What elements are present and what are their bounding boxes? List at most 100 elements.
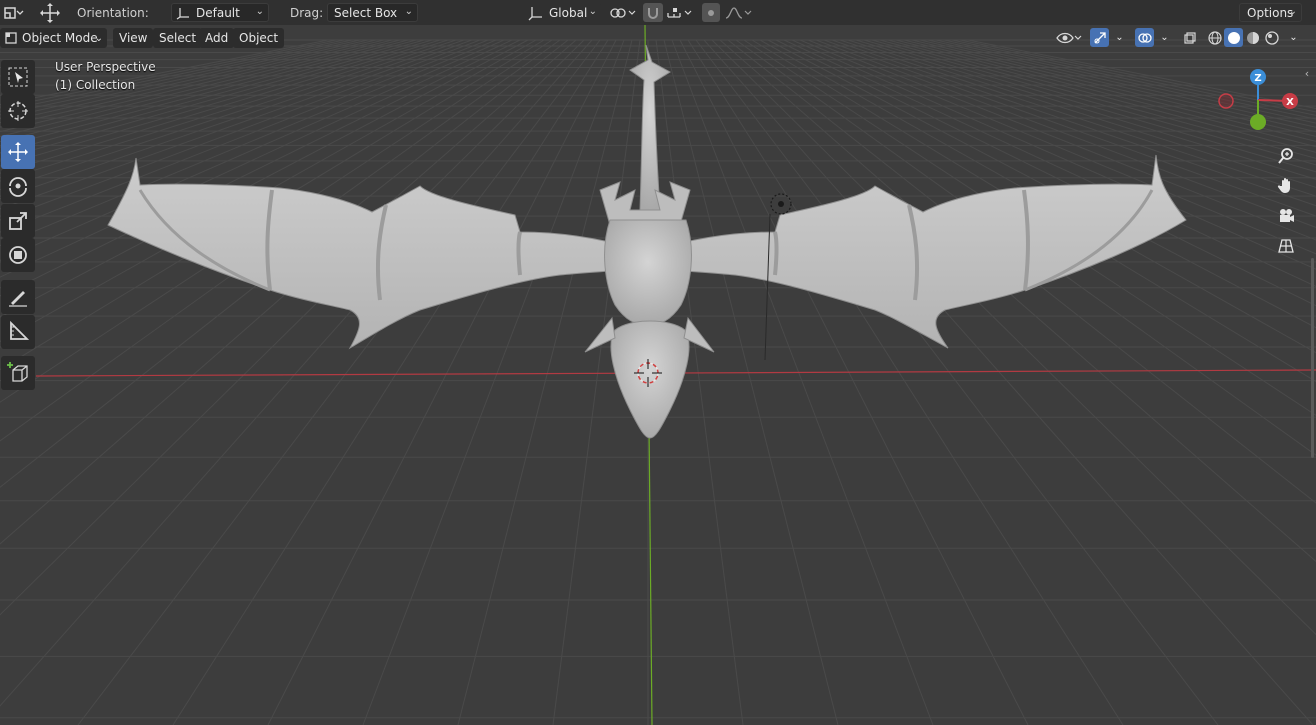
grid-perspective-icon (1277, 237, 1295, 255)
gizmo-toggle[interactable] (1090, 28, 1109, 47)
menu-object-label: Object (239, 31, 279, 45)
x-axis-label: X (1286, 97, 1294, 108)
move-transform-icon[interactable] (38, 2, 62, 24)
menu-add[interactable]: Add (199, 28, 235, 48)
chevron-down-icon: ⌄ (1115, 32, 1124, 43)
viewport-header: Object Mode ⌄ View Select Add Object ⌄ ⌄ (0, 25, 1316, 50)
move-arrows-icon (38, 2, 62, 24)
move-tool[interactable] (1, 135, 35, 169)
snap-toggle[interactable] (643, 3, 663, 22)
pivot-link-icon (608, 5, 638, 21)
3d-viewport[interactable] (0, 0, 1316, 725)
menu-add-label: Add (205, 31, 229, 45)
transform-tool[interactable] (1, 238, 35, 272)
zoom-button[interactable] (1273, 143, 1299, 169)
transform-orientation-value: Global (549, 5, 588, 20)
mode-dropdown[interactable]: Object Mode ⌄ (0, 28, 107, 48)
mode-value: Object Mode (22, 31, 98, 45)
annotate-tool[interactable] (1, 280, 35, 314)
drag-value: Select Box (334, 5, 398, 20)
chevron-down-icon: ⌄ (1160, 32, 1169, 43)
tool-settings-header: Orientation: Default ⌄ Drag: Select Box … (0, 0, 1316, 25)
select-box-tool[interactable] (1, 60, 35, 94)
gizmo-icon (1093, 31, 1107, 45)
transform-orientation-dropdown[interactable]: Global ⌄ (522, 3, 602, 22)
orientation-axis-icon (176, 6, 192, 20)
pivot-point-dropdown[interactable] (608, 3, 638, 22)
proportional-editing-toggle[interactable] (702, 3, 720, 22)
hand-icon (1277, 177, 1295, 195)
menu-select[interactable]: Select (153, 28, 203, 48)
measure-tool-icon (7, 321, 29, 343)
add-cube-tool[interactable] (1, 356, 35, 390)
xray-toggle[interactable] (1180, 28, 1199, 47)
menu-view[interactable]: View (113, 28, 154, 48)
scale-tool[interactable] (1, 204, 35, 238)
editor-type-menu[interactable] (2, 3, 24, 22)
rotate-tool[interactable] (1, 169, 35, 203)
options-dropdown[interactable]: Options ⌄ (1239, 3, 1302, 22)
active-collection-label: (1) Collection (55, 78, 136, 92)
chevron-down-icon: ⌄ (255, 6, 264, 17)
viewport-scrollbar[interactable] (1311, 258, 1314, 458)
shading-dropdown[interactable]: ⌄ (1284, 28, 1303, 47)
options-label: Options (1247, 5, 1294, 20)
menu-object[interactable]: Object (233, 28, 285, 48)
material-sphere-icon (1246, 31, 1260, 45)
rotate-tool-icon (7, 175, 29, 197)
add-cube-tool-icon (6, 361, 30, 385)
xray-icon (1183, 31, 1197, 45)
falloff-curve-icon (724, 5, 754, 21)
drag-dropdown[interactable]: Select Box ⌄ (327, 3, 418, 22)
shading-wireframe-button[interactable] (1205, 28, 1224, 47)
visibility-dropdown[interactable] (1055, 28, 1083, 47)
editor-type-icon (2, 5, 24, 21)
overlays-toggle[interactable] (1135, 28, 1154, 47)
camera-view-button[interactable] (1273, 203, 1299, 229)
orientation-label: Orientation: (77, 5, 149, 20)
orientation-dropdown[interactable]: Default ⌄ (171, 3, 269, 22)
magnet-icon (643, 3, 663, 22)
gizmo-dropdown[interactable]: ⌄ (1110, 28, 1129, 47)
snap-target-dropdown[interactable] (665, 3, 695, 22)
sidebar-toggle-icon[interactable]: ‹ (1300, 66, 1314, 80)
pan-button[interactable] (1273, 173, 1299, 199)
chevron-down-icon: ⌄ (1289, 32, 1298, 43)
menu-select-label: Select (159, 31, 197, 45)
annotate-tool-icon (7, 286, 29, 308)
wireframe-sphere-icon (1207, 30, 1222, 45)
chevron-down-icon: ⌄ (404, 6, 413, 17)
orientation-value: Default (196, 5, 240, 20)
solid-sphere-icon (1227, 31, 1241, 45)
view-perspective-label: User Perspective (55, 60, 156, 74)
measure-tool[interactable] (1, 315, 35, 349)
transform-tool-icon (7, 244, 29, 266)
chevron-down-icon: ⌄ (94, 32, 103, 44)
overlays-dropdown[interactable]: ⌄ (1155, 28, 1174, 47)
drag-label: Drag: (290, 5, 324, 20)
cursor-tool[interactable] (1, 94, 35, 128)
camera-icon (1277, 207, 1295, 225)
scale-tool-icon (7, 210, 29, 232)
eye-icon (1056, 31, 1082, 45)
global-axis-icon (527, 5, 545, 21)
chevron-down-icon: ⌄ (1288, 6, 1297, 17)
overlays-icon (1137, 31, 1152, 45)
navigation-gizmo[interactable]: Z X (1212, 64, 1308, 136)
zoom-icon (1277, 147, 1295, 165)
z-axis-label: Z (1254, 73, 1261, 84)
cursor-tool-icon (7, 100, 29, 122)
proportional-dot-icon (702, 3, 720, 22)
menu-view-label: View (119, 31, 148, 45)
object-mode-icon (4, 31, 18, 45)
snap-increment-icon (665, 5, 695, 21)
shading-solid-button[interactable] (1224, 28, 1243, 47)
select-box-tool-icon (7, 66, 29, 88)
rendered-sphere-icon (1264, 30, 1279, 45)
falloff-dropdown[interactable] (724, 3, 754, 22)
shading-material-button[interactable] (1243, 28, 1262, 47)
perspective-toggle-button[interactable] (1273, 233, 1299, 259)
chevron-down-icon: ⌄ (588, 6, 597, 17)
shading-rendered-button[interactable] (1262, 28, 1281, 47)
move-tool-icon (7, 141, 29, 163)
